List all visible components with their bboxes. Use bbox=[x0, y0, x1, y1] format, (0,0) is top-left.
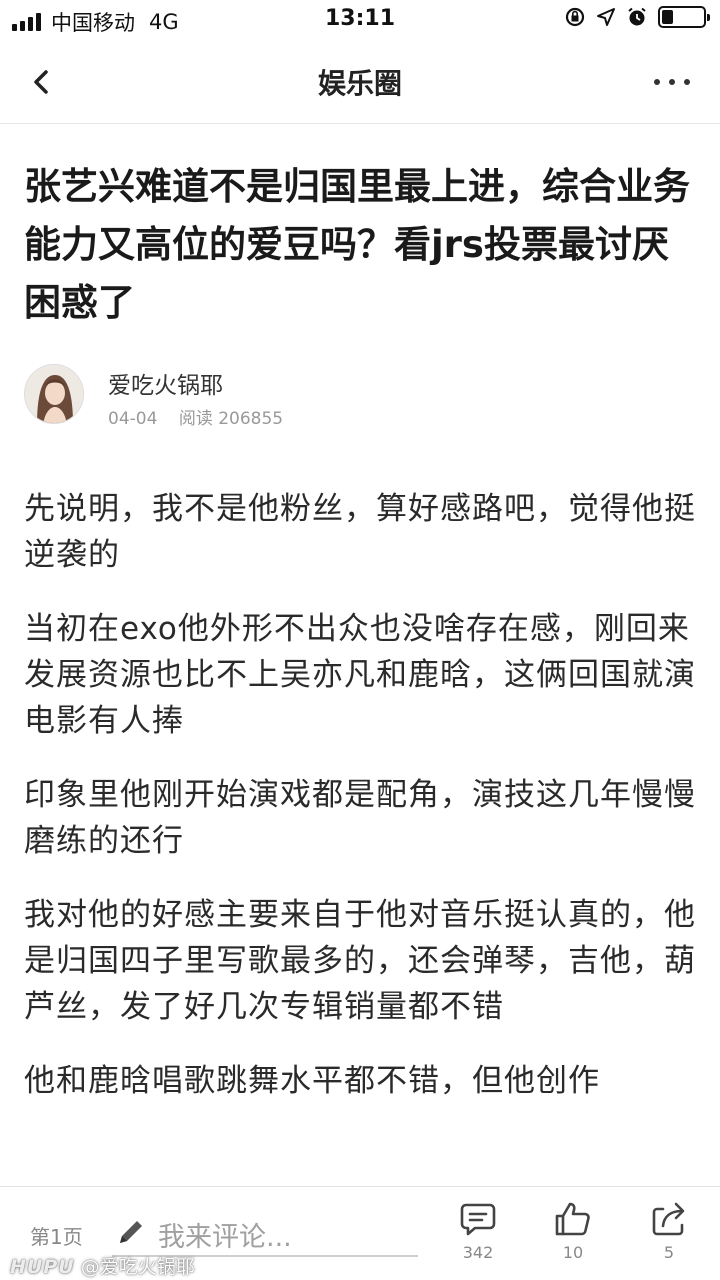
watermark-logo: HUPU bbox=[10, 1256, 75, 1278]
share-icon bbox=[652, 1202, 685, 1236]
watermark-user: @爱吃火锅耶 bbox=[80, 1256, 195, 1278]
back-button[interactable] bbox=[22, 62, 62, 102]
comment-placeholder: 我来评论... bbox=[158, 1222, 292, 1253]
orientation-lock-icon bbox=[565, 7, 585, 27]
share-button[interactable]: 5 bbox=[629, 1199, 709, 1269]
battery-level bbox=[662, 10, 674, 24]
paragraph: 先说明，我不是他粉丝，算好感路吧，觉得他挺逆袭的 bbox=[24, 491, 696, 573]
paragraph: 当初在exo他外形不出众也没啥存在感，刚回来发展资源也比不上吴亦凡和鹿晗，这俩回… bbox=[24, 611, 696, 739]
paragraph: 我对他的好感主要来自于他对音乐挺认真的，他是归国四子里写歌最多的，还会弹琴，吉他… bbox=[24, 897, 696, 1025]
pencil-icon bbox=[120, 1221, 142, 1243]
comment-input[interactable]: 我来评论... bbox=[112, 1209, 418, 1257]
nav-bar: 娱乐圈 bbox=[0, 40, 720, 124]
share-count: 5 bbox=[663, 1243, 675, 1262]
more-dots-icon bbox=[654, 79, 660, 85]
location-icon bbox=[597, 8, 615, 26]
post-date: 04-04 bbox=[108, 409, 158, 429]
battery-icon bbox=[658, 6, 710, 28]
page-title: 娱乐圈 bbox=[317, 67, 402, 100]
author-info: 爱吃火锅耶 04-04 阅读 206855 bbox=[24, 362, 696, 432]
status-bar-right bbox=[564, 6, 710, 28]
more-dot bbox=[669, 79, 675, 85]
page-indicator[interactable]: 第1页 bbox=[30, 1221, 83, 1250]
more-button[interactable] bbox=[648, 62, 696, 102]
avatar-image bbox=[25, 365, 83, 423]
avatar[interactable] bbox=[24, 364, 84, 424]
view-count: 阅读 206855 bbox=[178, 409, 284, 429]
status-bar: 中国移动 4G 13:11 bbox=[0, 0, 720, 40]
paragraph: 印象里他刚开始演戏都是配角，演技这几年慢慢磨练的还行 bbox=[24, 777, 696, 859]
post-title: 张艺兴难道不是归国里最上进，综合业务能力又高位的爱豆吗？看jrs投票最讨厌困惑了 bbox=[24, 165, 690, 324]
more-dot bbox=[684, 79, 690, 85]
thumbs-up-icon bbox=[555, 1202, 590, 1236]
watermark: HUPU @爱吃火锅耶 bbox=[10, 1252, 195, 1279]
like-count: 10 bbox=[562, 1243, 584, 1262]
comment-bubble-icon bbox=[460, 1203, 496, 1236]
author-meta: 04-04 阅读 206855 bbox=[108, 404, 299, 429]
reply-button[interactable]: 342 bbox=[438, 1199, 518, 1269]
chevron-left-icon bbox=[34, 70, 48, 94]
paragraph: 他和鹿晗唱歌跳舞水平都不错，但他创作 bbox=[24, 1063, 600, 1099]
reply-count: 342 bbox=[462, 1243, 494, 1262]
like-button[interactable]: 10 bbox=[533, 1199, 613, 1269]
alarm-icon bbox=[628, 7, 646, 26]
post-body: 先说明，我不是他粉丝，算好感路吧，觉得他挺逆袭的 当初在exo他外形不出众也没啥… bbox=[24, 486, 704, 1182]
author-name[interactable]: 爱吃火锅耶 bbox=[108, 366, 223, 400]
